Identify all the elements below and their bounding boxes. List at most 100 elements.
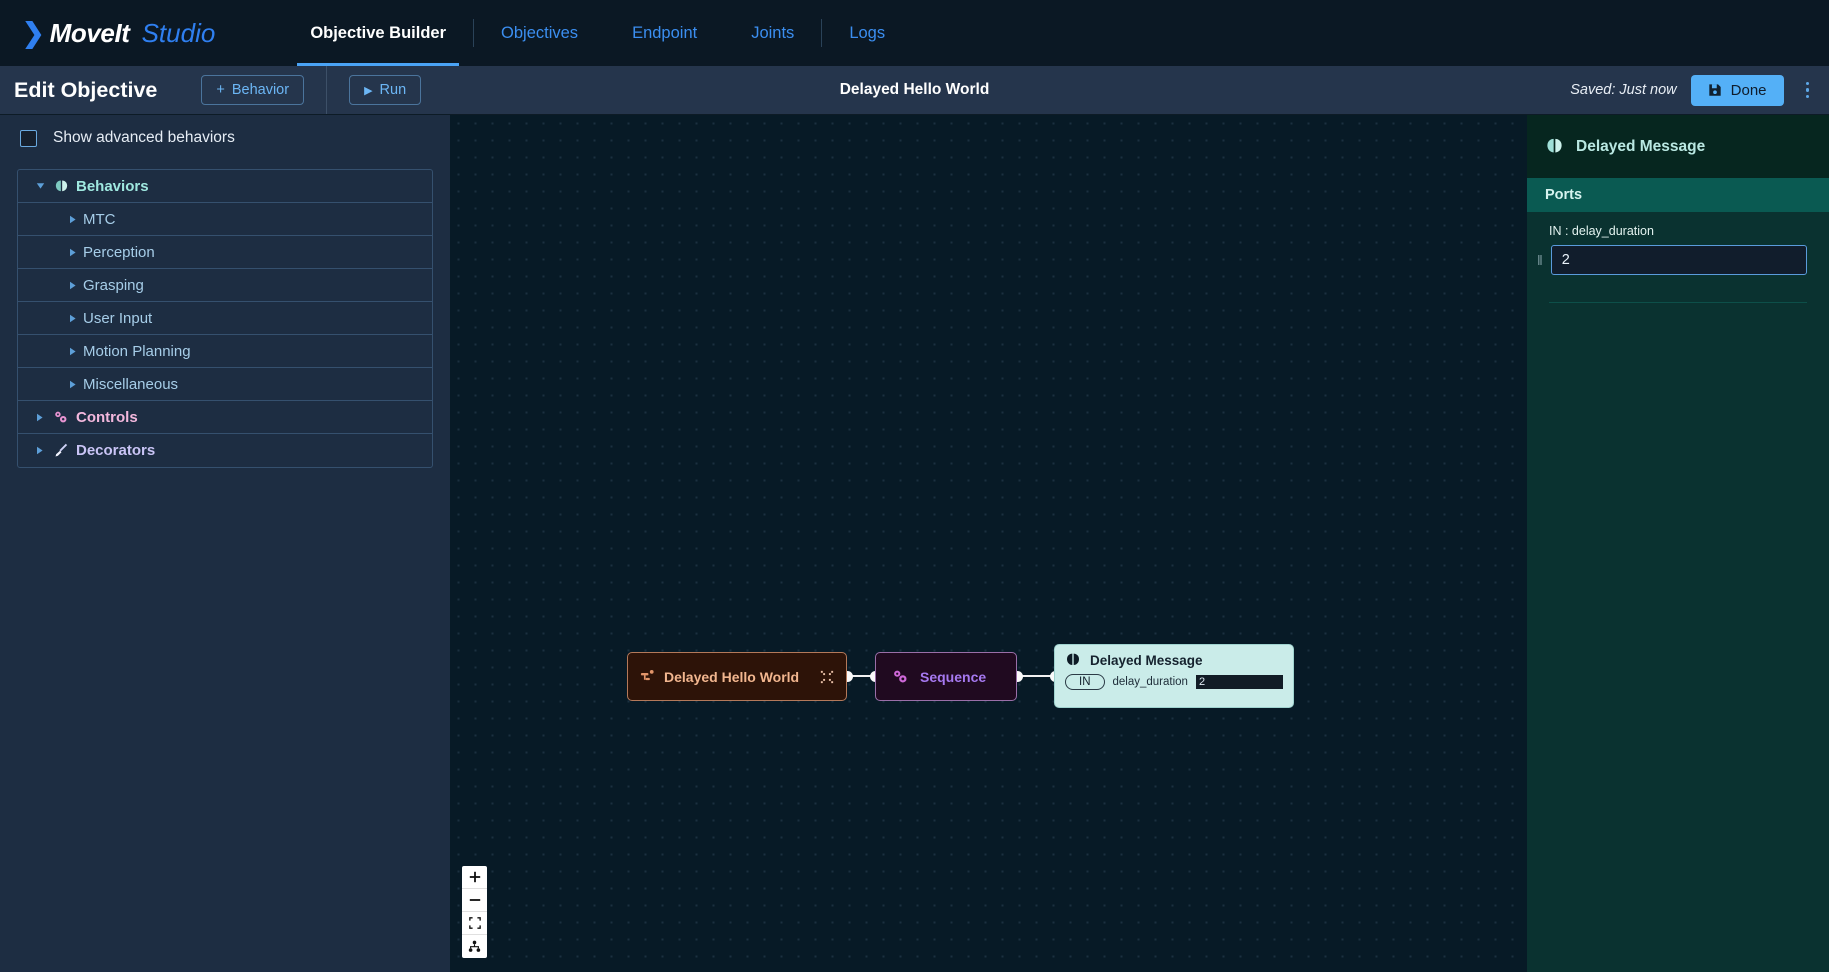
top-navigation-bar: ❯ MoveIt Studio Objective Builder Objecti…	[0, 0, 1829, 66]
brand-name-secondary: Studio	[141, 17, 216, 48]
toolbar-divider	[326, 66, 328, 114]
objective-toolbar: Edit Objective + Behavior ▶ Run Delayed …	[0, 66, 1829, 114]
node-inspector-panel: Delayed Message Ports IN : delay_duratio…	[1527, 114, 1829, 972]
toggle-interactivity-button[interactable]	[462, 935, 487, 958]
tree-item-motion-planning[interactable]: Motion Planning	[18, 335, 432, 368]
run-label: Run	[379, 82, 407, 98]
tree-item-decorators[interactable]: Decorators	[18, 434, 432, 467]
port-direction-badge: IN	[1065, 674, 1105, 690]
expand-arrow-open[interactable]	[32, 182, 48, 190]
show-advanced-behaviors-label: Show advanced behaviors	[53, 129, 235, 146]
more-options-icon[interactable]	[1798, 76, 1818, 105]
chevron-right-icon	[37, 446, 43, 455]
show-advanced-behaviors-row[interactable]: Show advanced behaviors	[17, 129, 433, 147]
show-advanced-behaviors-checkbox[interactable]	[20, 129, 37, 147]
expand-arrow-closed[interactable]	[65, 281, 81, 290]
tree-item-label: MTC	[83, 210, 116, 228]
tree-item-label: Behaviors	[76, 177, 149, 195]
tree-item-label: Decorators	[76, 442, 156, 459]
app-logo[interactable]: ❯ MoveIt Studio	[22, 18, 215, 49]
tree-item-user-input[interactable]: User Input	[18, 302, 432, 335]
page-title: Edit Objective	[14, 77, 158, 102]
expand-arrow-closed[interactable]	[65, 380, 81, 389]
tree-item-perception[interactable]: Perception	[18, 236, 432, 269]
fit-screen-icon	[468, 917, 481, 929]
chevron-right-icon	[37, 413, 43, 421]
expand-arrow-closed[interactable]	[65, 215, 81, 224]
zoom-in-button[interactable]	[462, 866, 487, 889]
chevron-right-icon	[70, 380, 76, 388]
tab-joints[interactable]: Joints	[724, 0, 821, 66]
expand-arrow-closed[interactable]	[32, 446, 48, 455]
tree-item-label: Grasping	[83, 276, 144, 294]
brain-icon	[1547, 138, 1562, 153]
node-sequence-label: Sequence	[920, 668, 987, 685]
main-content: Show advanced behaviors Behaviors MTC Perc…	[0, 114, 1829, 972]
port-name-label: delay_duration	[1112, 676, 1188, 688]
tree-item-controls[interactable]: Controls	[18, 401, 432, 434]
tree-item-mtc[interactable]: MTC	[18, 203, 432, 236]
behavior-library-sidebar: Show advanced behaviors Behaviors MTC Perc…	[0, 114, 450, 972]
inspector-header: Delayed Message	[1527, 115, 1829, 178]
brain-icon	[48, 179, 74, 194]
subtree-icon	[640, 669, 654, 681]
drag-handle-icon[interactable]: ‖	[1537, 252, 1543, 268]
behavior-tree-list: Behaviors MTC Perception Grasping User Input…	[17, 169, 433, 468]
expand-arrow-closed[interactable]	[65, 347, 81, 356]
node-root-label: Delayed Hello World	[664, 668, 800, 685]
node-message-label: Delayed Message	[1090, 652, 1203, 668]
add-behavior-label: Behavior	[231, 82, 290, 98]
chevron-down-icon	[36, 183, 44, 189]
minus-icon	[469, 899, 480, 901]
brush-icon	[48, 443, 74, 458]
tab-endpoint[interactable]: Endpoint	[605, 0, 724, 66]
node-message-header: Delayed Message	[1065, 652, 1283, 668]
add-behavior-button[interactable]: + Behavior	[201, 75, 305, 105]
expand-arrow-closed[interactable]	[32, 413, 48, 422]
chevron-right-icon	[70, 314, 76, 322]
zoom-out-button[interactable]	[462, 889, 487, 912]
node-message-port-row: IN delay_duration 2	[1065, 674, 1283, 690]
port-value-input[interactable]	[1550, 245, 1807, 275]
tree-item-miscellaneous[interactable]: Miscellaneous	[18, 368, 432, 401]
tree-item-label: Motion Planning	[83, 342, 191, 360]
port-value-field[interactable]: 2	[1195, 675, 1283, 689]
port-field-row: ‖	[1537, 245, 1807, 275]
play-icon: ▶	[364, 84, 373, 97]
tree-item-label: Miscellaneous	[83, 375, 179, 393]
tab-objectives[interactable]: Objectives	[474, 0, 605, 66]
chevron-right-icon: ❯	[22, 17, 45, 48]
chevron-right-icon	[70, 215, 76, 223]
node-delayed-message[interactable]: Delayed Message IN delay_duration 2	[1054, 644, 1294, 708]
brain-icon	[1067, 653, 1079, 666]
done-label: Done	[1730, 81, 1767, 99]
tree-item-grasping[interactable]: Grasping	[18, 269, 432, 302]
fit-view-button[interactable]	[462, 912, 487, 935]
behavior-tree-canvas[interactable]: Delayed Hello World Sequence Delayed Mes…	[450, 114, 1527, 972]
section-divider	[1549, 302, 1807, 303]
tab-logs[interactable]: Logs	[822, 0, 912, 66]
done-button[interactable]: Done	[1690, 74, 1784, 106]
ports-section-header: Ports	[1527, 178, 1829, 212]
brush-icon	[55, 443, 67, 457]
toolbar-right-group: Saved: Just now Done	[1570, 74, 1829, 106]
chevron-right-icon	[70, 248, 76, 256]
gears-icon	[894, 670, 907, 683]
brain-icon	[55, 180, 67, 191]
tree-item-label: Perception	[83, 243, 155, 261]
node-sequence[interactable]: Sequence	[875, 652, 1017, 701]
plus-icon: +	[216, 82, 225, 98]
saved-status: Saved: Just now	[1570, 82, 1677, 98]
expand-arrow-closed[interactable]	[65, 248, 81, 257]
tree-item-label: Controls	[76, 408, 138, 426]
run-button[interactable]: ▶ Run	[349, 75, 422, 105]
chevron-right-icon	[70, 281, 76, 289]
port-field-label: IN : delay_duration	[1549, 224, 1654, 238]
brand-name-primary: MoveIt	[49, 17, 130, 48]
node-delayed-hello-world[interactable]: Delayed Hello World	[627, 652, 847, 701]
expand-arrow-closed[interactable]	[65, 314, 81, 323]
tab-objective-builder[interactable]: Objective Builder	[283, 0, 473, 66]
tree-item-behaviors[interactable]: Behaviors	[18, 170, 432, 203]
plus-icon	[469, 871, 480, 883]
collapse-icon[interactable]	[820, 670, 834, 684]
